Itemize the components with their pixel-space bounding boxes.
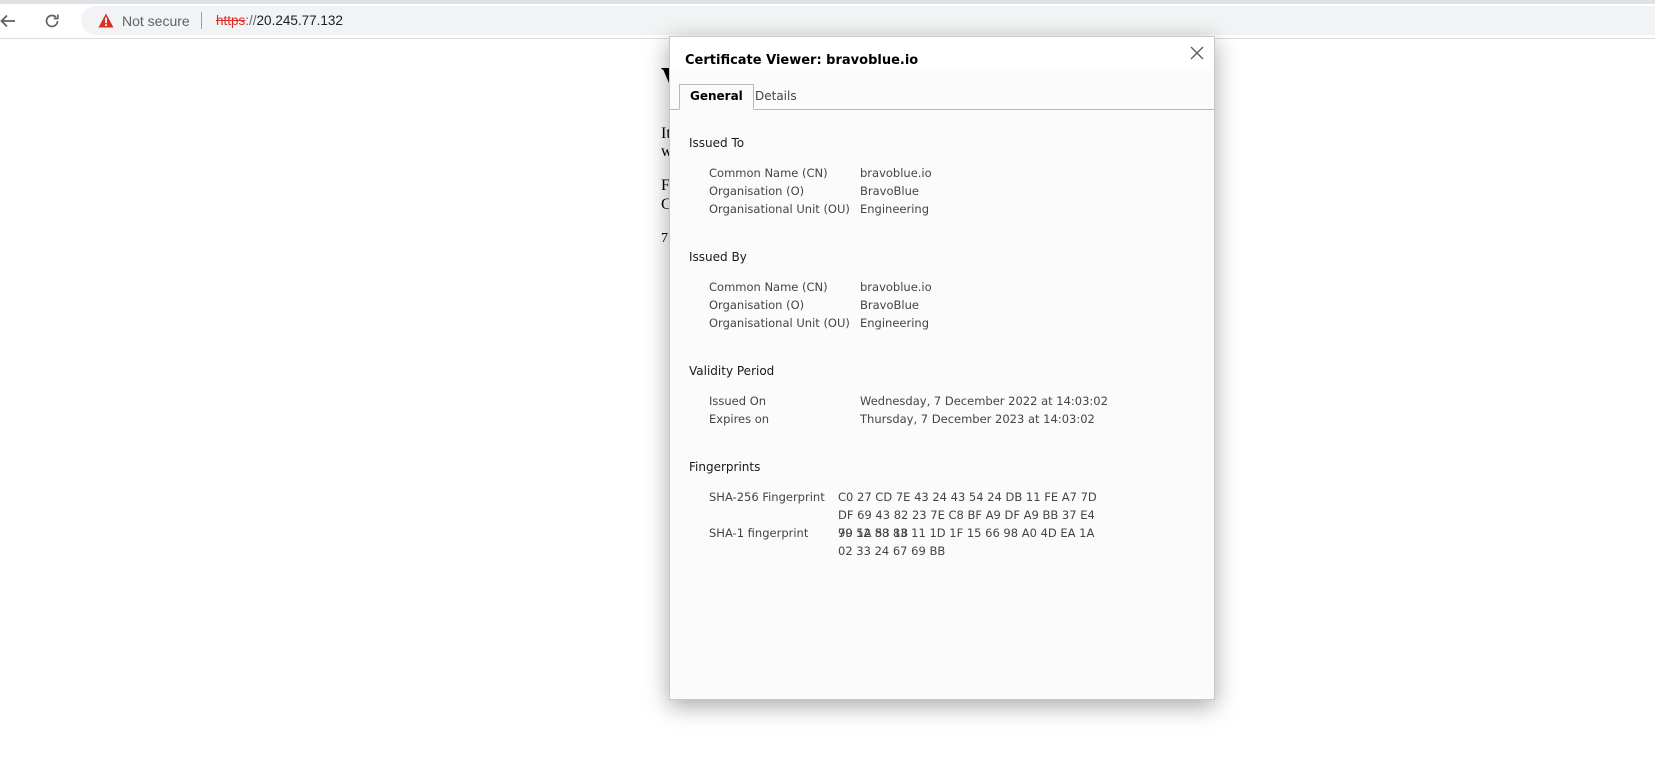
field-value: Engineering: [860, 316, 929, 330]
field-value: bravoblue.io: [860, 166, 932, 180]
field-value: Thursday, 7 December 2023 at 14:03:02: [860, 412, 1095, 426]
url-scheme: https: [216, 13, 246, 28]
omnibox-divider: [201, 12, 202, 29]
address-bar[interactable]: Not secure https://20.245.77.132: [81, 6, 1655, 35]
fingerprint-value: 79 52 88 83 11 1D 1F 15 66 98 A0 4D EA 1…: [838, 526, 1095, 558]
section-title-issued-by: Issued By: [689, 250, 747, 264]
security-status-label[interactable]: Not secure: [122, 13, 190, 29]
field-label: Organisational Unit (OU): [709, 316, 850, 330]
section-title-issued-to: Issued To: [689, 136, 745, 150]
field-label: Organisational Unit (OU): [709, 202, 850, 216]
field-value: Engineering: [860, 202, 929, 216]
url-separator: ://: [245, 13, 257, 28]
field-label: Organisation (O): [709, 184, 805, 198]
tab-general[interactable]: General: [679, 84, 754, 110]
reload-icon: [45, 14, 59, 28]
field-value: bravoblue.io: [860, 280, 932, 294]
reload-button[interactable]: [38, 7, 66, 35]
field-label: SHA-256 Fingerprint: [709, 490, 825, 504]
field-value: BravoBlue: [860, 184, 919, 198]
field-label: Expires on: [709, 412, 770, 426]
url-text[interactable]: https://20.245.77.132: [216, 13, 343, 29]
field-label: Common Name (CN): [709, 280, 828, 294]
field-label: SHA-1 fingerprint: [709, 526, 809, 540]
section-title-fingerprints: Fingerprints: [689, 460, 761, 474]
arrow-left-icon: [0, 14, 15, 28]
back-button[interactable]: [0, 7, 22, 35]
field-label: Issued On: [709, 394, 767, 408]
field-label: Organisation (O): [709, 298, 805, 312]
field-value: Wednesday, 7 December 2022 at 14:03:02: [860, 394, 1108, 408]
certificate-viewer-dialog: Certificate Viewer: bravoblue.io General…: [669, 36, 1215, 700]
section-title-validity-period: Validity Period: [689, 364, 775, 378]
warning-triangle-icon[interactable]: [98, 13, 114, 28]
url-host: 20.245.77.132: [256, 13, 343, 28]
browser-toolbar: Not secure https://20.245.77.132: [0, 4, 1655, 39]
page-text-line: 7: [661, 231, 668, 246]
field-label: Common Name (CN): [709, 166, 828, 180]
field-value: BravoBlue: [860, 298, 919, 312]
tab-details[interactable]: Details: [745, 85, 807, 110]
